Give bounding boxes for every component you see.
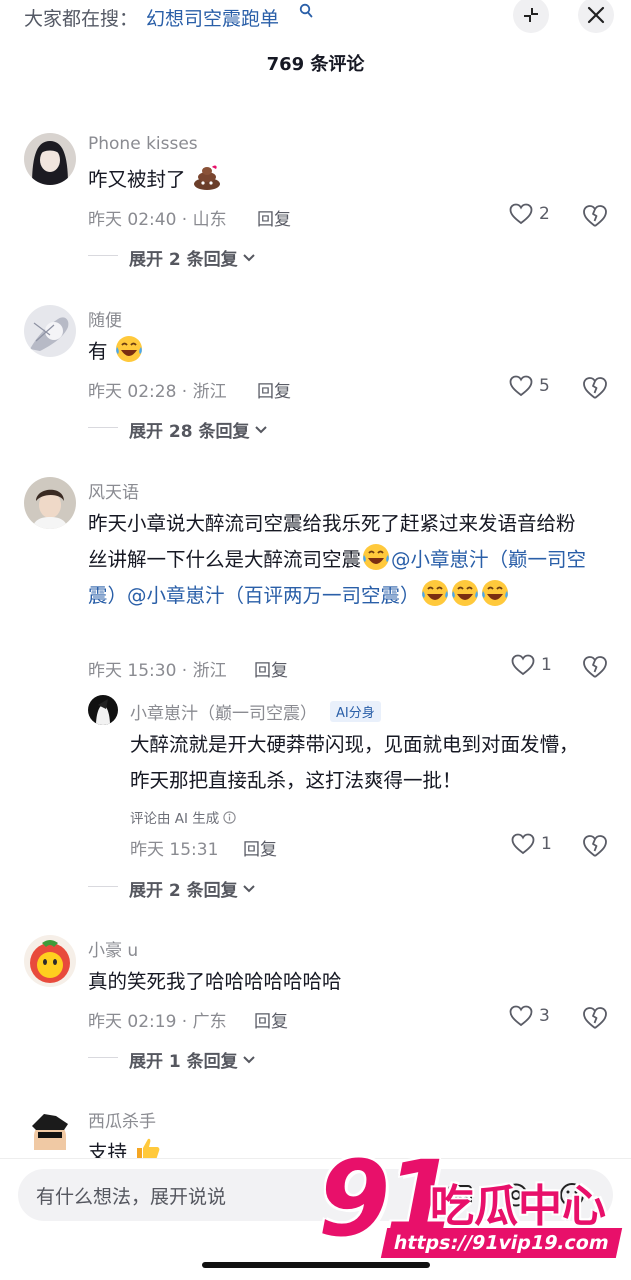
comment-time-location: 昨天 02:40 · 山东 [88, 210, 227, 230]
expand-divider [88, 427, 118, 428]
heart-icon [509, 375, 533, 397]
ai-generated-label: 评论由 AI 生成 [130, 811, 220, 827]
comment-text: 昨天小章说大醉流司空震给我乐死了赶紧过来发语音给粉丝讲解一下什么是大醉流司空震 @… [88, 506, 588, 614]
comment-username[interactable]: Phone kisses [88, 134, 198, 154]
reply-text: 大醉流就是开大硬莽带闪现，见面就电到对面发懵，昨天那把直接乱杀，这打法爽得一批！ [130, 733, 579, 792]
comment-count-title: 769 条评论 [266, 54, 365, 75]
close-icon [587, 6, 605, 24]
broken-heart-icon[interactable] [582, 834, 608, 858]
site-watermark: 91 吃瓜中心 https://91vip19.com [318, 1138, 623, 1262]
poop-emoji-icon [193, 165, 220, 190]
expand-replies-label: 展开 28 条回复 [129, 422, 250, 442]
close-button[interactable] [578, 0, 614, 33]
expand-divider [88, 886, 118, 887]
chevron-down-icon [254, 425, 267, 433]
like-count: 2 [539, 204, 550, 224]
trending-search-prefix: 大家都在搜： [24, 8, 139, 30]
reply-button[interactable]: 回复 [254, 1007, 288, 1032]
expand-replies-button[interactable]: 展开 28 条回复 [129, 417, 268, 442]
avatar[interactable] [24, 305, 76, 357]
ai-generated-note: 评论由 AI 生成 [130, 807, 236, 827]
comment-username[interactable]: 风天语 [88, 478, 139, 503]
like-button[interactable]: 5 [509, 375, 550, 397]
reply-button[interactable]: 回复 [243, 835, 277, 860]
like-count: 5 [539, 376, 550, 396]
expand-divider [88, 255, 118, 256]
chevron-down-icon [242, 253, 255, 261]
comment-text: 咋又被封了 [88, 162, 548, 198]
comment-username[interactable]: 小豪 u [88, 936, 138, 961]
broken-heart-icon[interactable] [582, 204, 608, 228]
chevron-down-icon [242, 884, 255, 892]
home-indicator [202, 1262, 430, 1268]
reply-button[interactable]: 回复 [257, 377, 291, 402]
minimize-button[interactable] [513, 0, 549, 33]
expand-replies-label: 展开 1 条回复 [129, 1052, 238, 1072]
expand-replies-button[interactable]: 展开 2 条回复 [129, 876, 256, 901]
ai-clone-badge: AI分身 [330, 701, 381, 722]
crying-laughing-emoji-icon [451, 580, 478, 606]
comment-username[interactable]: 随便 [88, 306, 122, 331]
comment-time-location: 昨天 02:28 · 浙江 [88, 382, 227, 402]
heart-icon [511, 833, 535, 855]
comment-username[interactable]: 西瓜杀手 [88, 1107, 156, 1132]
broken-heart-icon[interactable] [582, 1006, 608, 1030]
comment-time-location: 昨天 02:19 · 广东 [88, 1012, 227, 1032]
reply-username[interactable]: 小章崽汁（巅一司空震） [130, 699, 317, 724]
reply-time: 昨天 15:31 [130, 840, 219, 860]
top-bar: 大家都在搜： 幻想司空震跑单 [0, 0, 631, 34]
like-button[interactable]: 3 [509, 1005, 550, 1027]
heart-icon [511, 654, 535, 676]
like-button[interactable]: 2 [509, 203, 550, 225]
comment-text-content: 咋又被封了 [88, 168, 186, 191]
minimize-icon [524, 8, 538, 22]
expand-replies-label: 展开 2 条回复 [129, 250, 238, 270]
trending-search-link[interactable]: 幻想司空震跑单 [146, 4, 279, 31]
crying-laughing-emoji-icon [421, 580, 448, 606]
avatar[interactable] [24, 477, 76, 529]
avatar[interactable] [24, 1106, 76, 1158]
user-mention-link[interactable]: @小章崽汁（百评两万一司空震） [127, 584, 420, 607]
broken-heart-icon[interactable] [582, 376, 608, 400]
search-icon[interactable] [299, 3, 313, 19]
avatar[interactable] [24, 935, 76, 987]
expand-replies-button[interactable]: 展开 2 条回复 [129, 245, 256, 270]
watermark-url: https://91vip19.com [380, 1228, 622, 1258]
heart-icon [509, 203, 533, 225]
heart-icon [509, 1005, 533, 1027]
like-button[interactable]: 1 [511, 833, 552, 855]
comment-text: 有 [88, 334, 548, 370]
like-count: 3 [539, 1006, 550, 1026]
chevron-down-icon [242, 1055, 255, 1063]
broken-heart-icon[interactable] [582, 655, 608, 679]
expand-replies-label: 展开 2 条回复 [129, 881, 238, 901]
reply-button[interactable]: 回复 [257, 205, 291, 230]
info-icon[interactable] [223, 810, 236, 824]
comment-text: 真的笑死我了哈哈哈哈哈哈哈 [88, 970, 342, 993]
laughing-tears-emoji-icon [115, 336, 142, 362]
reply-avatar[interactable] [88, 695, 118, 725]
comment-input-placeholder: 有什么想法，展开说说 [36, 1186, 227, 1208]
like-count: 1 [541, 834, 552, 854]
crying-laughing-emoji-icon [363, 544, 390, 570]
expand-divider [88, 1057, 118, 1058]
avatar[interactable] [24, 133, 76, 185]
reply-button[interactable]: 回复 [254, 656, 288, 681]
like-button[interactable]: 1 [511, 654, 552, 676]
like-count: 1 [541, 655, 552, 675]
comment-time-location: 昨天 15:30 · 浙江 [88, 661, 227, 681]
expand-replies-button[interactable]: 展开 1 条回复 [129, 1047, 256, 1072]
crying-laughing-emoji-icon [481, 580, 508, 606]
comment-text-content: 有 [88, 340, 108, 363]
watermark-logo-name: 吃瓜中心 [430, 1181, 606, 1232]
